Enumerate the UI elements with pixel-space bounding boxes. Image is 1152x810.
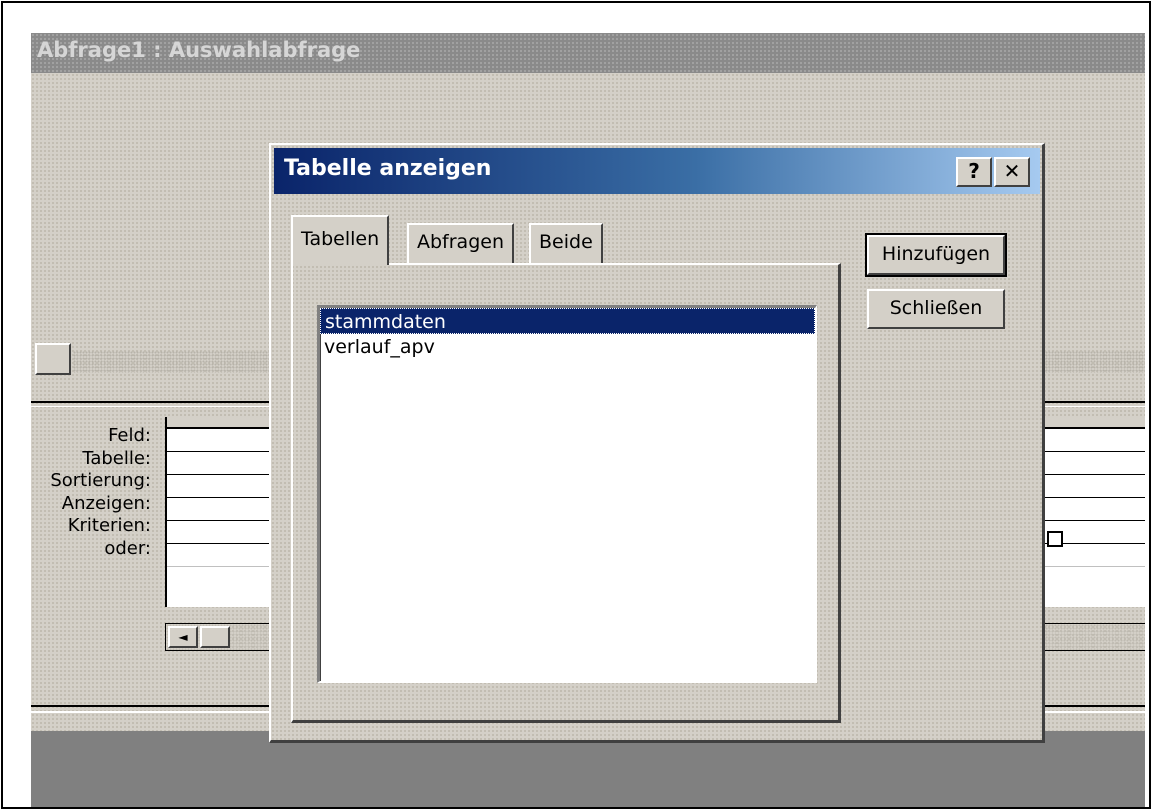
- show-table-dialog: Tabelle anzeigen ? ✕ Tabellen Abfragen B…: [269, 143, 1045, 743]
- anzeigen-checkbox[interactable]: [1047, 531, 1063, 547]
- query-window-titlebar[interactable]: Abfrage1 : Auswahlabfrage: [31, 33, 1145, 73]
- add-button[interactable]: Hinzufügen: [865, 233, 1007, 277]
- tab-tabellen[interactable]: Tabellen: [291, 215, 390, 265]
- screenshot-frame: Abfrage1 : Auswahlabfrage Feld: Tabelle:…: [1, 1, 1151, 809]
- scroll-thumb[interactable]: [200, 626, 230, 648]
- grid-label-feld: Feld:: [108, 425, 151, 446]
- scroll-left-icon[interactable]: ◄: [168, 626, 198, 648]
- close-button[interactable]: Schließen: [867, 289, 1005, 329]
- grid-label-tabelle: Tabelle:: [82, 447, 151, 469]
- grid-label-anzeigen: Anzeigen:: [61, 492, 151, 514]
- tables-listbox[interactable]: stammdaten verlauf_apv: [317, 305, 817, 683]
- list-item-stammdaten[interactable]: stammdaten: [320, 308, 815, 334]
- design-grid-row-labels: Feld: Tabelle: Sortierung: Anzeigen: Kri…: [31, 425, 151, 560]
- dialog-titlebar[interactable]: Tabelle anzeigen ? ✕: [274, 148, 1040, 194]
- list-item-verlauf-apv[interactable]: verlauf_apv: [320, 334, 815, 360]
- tab-beide[interactable]: Beide: [529, 223, 603, 263]
- table-pane-scroll-button[interactable]: [35, 343, 71, 375]
- tab-abfragen[interactable]: Abfragen: [407, 223, 514, 263]
- grid-label-kriterien: Kriterien:: [67, 515, 151, 536]
- grid-label-oder: oder:: [104, 537, 151, 559]
- query-window-title: Abfrage1 : Auswahlabfrage: [37, 38, 361, 62]
- dialog-title: Tabelle anzeigen: [284, 156, 492, 181]
- tab-panel-tabellen: stammdaten verlauf_apv: [291, 263, 841, 723]
- grid-label-sortierung: Sortierung:: [50, 470, 151, 491]
- help-button[interactable]: ?: [956, 157, 992, 187]
- close-icon[interactable]: ✕: [994, 157, 1030, 187]
